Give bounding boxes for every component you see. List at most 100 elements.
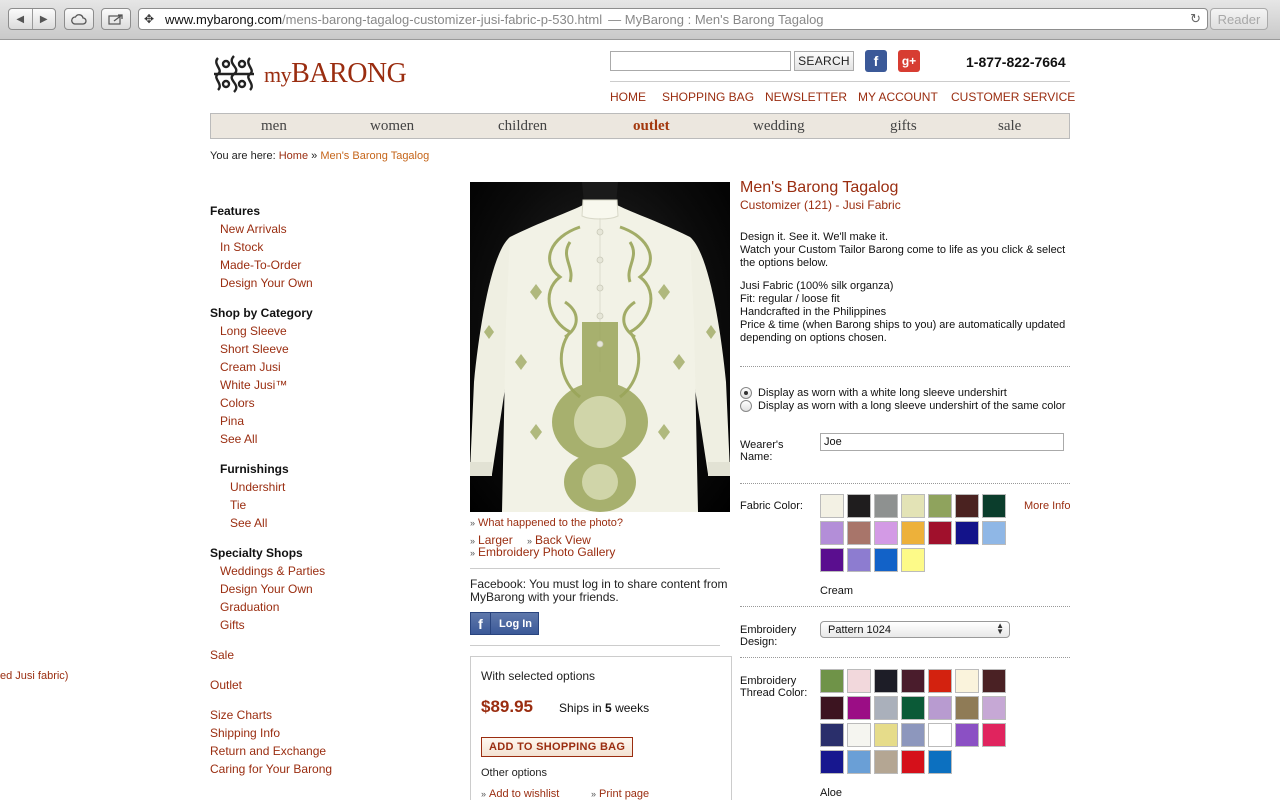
radio-unselected-icon[interactable] (740, 400, 752, 412)
thread-color-swatch[interactable] (847, 696, 871, 720)
toplink-shopping-bag[interactable]: SHOPPING BAG (662, 90, 754, 104)
sidebar-item-undershirt[interactable]: Undershirt (230, 480, 285, 494)
fabric-color-swatch[interactable] (901, 521, 925, 545)
thread-color-swatch[interactable] (955, 723, 979, 747)
add-to-wishlist-link[interactable]: » Add to wishlist (481, 788, 559, 800)
sidebar-item-return-exchange[interactable]: Return and Exchange (210, 744, 326, 758)
sidebar-item-caring[interactable]: Caring for Your Barong (210, 762, 332, 776)
sidebar-item-made-to-order[interactable]: Made-To-Order (220, 258, 301, 272)
undershirt-option-same-color[interactable]: Display as worn with a long sleeve under… (740, 400, 1066, 412)
thread-color-swatch[interactable] (982, 696, 1006, 720)
address-bar[interactable]: ✥ www.mybarong.com/mens-barong-tagalog-c… (138, 8, 1208, 30)
add-to-shopping-bag-button[interactable]: ADD TO SHOPPING BAG (481, 737, 634, 757)
thread-color-swatch[interactable] (928, 723, 952, 747)
sidebar-item-size-charts[interactable]: Size Charts (210, 708, 272, 722)
sidebar-item-graduation[interactable]: Graduation (220, 600, 279, 614)
fabric-color-swatch[interactable] (874, 521, 898, 545)
thread-color-swatch[interactable] (901, 669, 925, 693)
sidebar-item-colors[interactable]: Colors (220, 396, 255, 410)
thread-color-swatch[interactable] (928, 669, 952, 693)
thread-color-swatch[interactable] (901, 750, 925, 774)
product-image[interactable] (470, 182, 730, 512)
fabric-color-swatch[interactable] (820, 548, 844, 572)
share-button[interactable] (101, 8, 131, 30)
reload-icon[interactable]: ↻ (1190, 11, 1201, 27)
fabric-color-swatch[interactable] (874, 548, 898, 572)
sidebar-item-pina[interactable]: Pina (220, 414, 244, 428)
nav-outlet[interactable]: outlet (633, 118, 670, 135)
thread-color-swatch[interactable] (874, 750, 898, 774)
nav-men[interactable]: men (261, 118, 287, 135)
wearer-name-input[interactable]: Joe (820, 433, 1064, 451)
fabric-color-swatch[interactable] (847, 494, 871, 518)
sidebar-item-white-jusi[interactable]: White Jusi™ (220, 378, 287, 392)
toplink-my-account[interactable]: MY ACCOUNT (858, 90, 938, 104)
thread-color-swatch[interactable] (847, 750, 871, 774)
sidebar-item-long-sleeve[interactable]: Long Sleeve (220, 324, 287, 338)
fabric-color-swatch[interactable] (982, 494, 1006, 518)
fabric-color-swatch[interactable] (901, 548, 925, 572)
sidebar-item-see-all[interactable]: See All (220, 432, 257, 446)
toplink-customer-service[interactable]: CUSTOMER SERVICE (951, 90, 1075, 104)
sidebar-item-tie[interactable]: Tie (230, 498, 246, 512)
icloud-button[interactable] (64, 8, 94, 30)
nav-wedding[interactable]: wedding (753, 118, 805, 135)
thread-color-swatch[interactable] (820, 696, 844, 720)
thread-color-swatch[interactable] (982, 723, 1006, 747)
fabric-color-swatch[interactable] (820, 494, 844, 518)
fabric-color-swatch[interactable] (874, 494, 898, 518)
thread-color-swatch[interactable] (874, 669, 898, 693)
search-button[interactable]: SEARCH (794, 51, 854, 71)
facebook-icon[interactable]: f (865, 50, 887, 72)
thread-color-swatch[interactable] (955, 696, 979, 720)
what-happened-link[interactable]: » What happened to the photo? (470, 517, 623, 529)
fabric-color-swatch[interactable] (928, 494, 952, 518)
embroidery-gallery-link[interactable]: » Embroidery Photo Gallery (470, 545, 615, 559)
nav-gifts[interactable]: gifts (890, 118, 917, 135)
breadcrumb-home[interactable]: Home (279, 150, 308, 162)
sidebar-item-new-arrivals[interactable]: New Arrivals (220, 222, 287, 236)
thread-color-swatch[interactable] (820, 750, 844, 774)
fabric-color-swatch[interactable] (955, 494, 979, 518)
breadcrumb-current[interactable]: Men's Barong Tagalog (320, 150, 429, 162)
sidebar-item-specialty-design[interactable]: Design Your Own (220, 582, 313, 596)
sidebar-item-weddings[interactable]: Weddings & Parties (220, 564, 325, 578)
more-info-link[interactable]: More Info (1024, 500, 1070, 512)
nav-children[interactable]: children (498, 118, 547, 135)
thread-color-swatch[interactable] (901, 696, 925, 720)
google-plus-icon[interactable]: g+ (898, 50, 920, 72)
sidebar-item-design-your-own[interactable]: Design Your Own (220, 276, 313, 290)
fabric-color-swatch[interactable] (847, 521, 871, 545)
sidebar-item-outlet[interactable]: Outlet (210, 678, 242, 692)
back-icon[interactable]: ◀ (9, 9, 32, 29)
print-page-link[interactable]: » Print page (591, 788, 649, 800)
thread-color-swatch[interactable] (874, 696, 898, 720)
sidebar-item-short-sleeve[interactable]: Short Sleeve (220, 342, 289, 356)
thread-color-swatch[interactable] (901, 723, 925, 747)
fabric-color-swatch[interactable] (901, 494, 925, 518)
facebook-login-button[interactable]: f Log In (470, 612, 539, 635)
thread-color-swatch[interactable] (982, 669, 1006, 693)
fabric-color-swatch[interactable] (982, 521, 1006, 545)
nav-sale[interactable]: sale (998, 118, 1021, 135)
sidebar-item-gifts[interactable]: Gifts (220, 618, 245, 632)
sidebar-item-sale[interactable]: Sale (210, 648, 234, 662)
toplink-home[interactable]: HOME (610, 90, 646, 104)
fabric-color-swatch[interactable] (928, 521, 952, 545)
undershirt-option-white[interactable]: Display as worn with a white long sleeve… (740, 387, 1007, 399)
fabric-color-swatch[interactable] (955, 521, 979, 545)
toplink-newsletter[interactable]: NEWSLETTER (765, 90, 847, 104)
thread-color-swatch[interactable] (928, 750, 952, 774)
sidebar-item-shipping-info[interactable]: Shipping Info (210, 726, 280, 740)
search-input[interactable] (610, 51, 791, 71)
fabric-color-swatch[interactable] (847, 548, 871, 572)
forward-icon[interactable]: ▶ (31, 9, 56, 29)
thread-color-swatch[interactable] (928, 696, 952, 720)
thread-color-swatch[interactable] (820, 723, 844, 747)
nav-women[interactable]: women (370, 118, 414, 135)
thread-color-swatch[interactable] (955, 669, 979, 693)
thread-color-swatch[interactable] (820, 669, 844, 693)
sidebar-item-furnishings-see-all[interactable]: See All (230, 516, 267, 530)
thread-color-swatch[interactable] (847, 723, 871, 747)
thread-color-swatch[interactable] (847, 669, 871, 693)
